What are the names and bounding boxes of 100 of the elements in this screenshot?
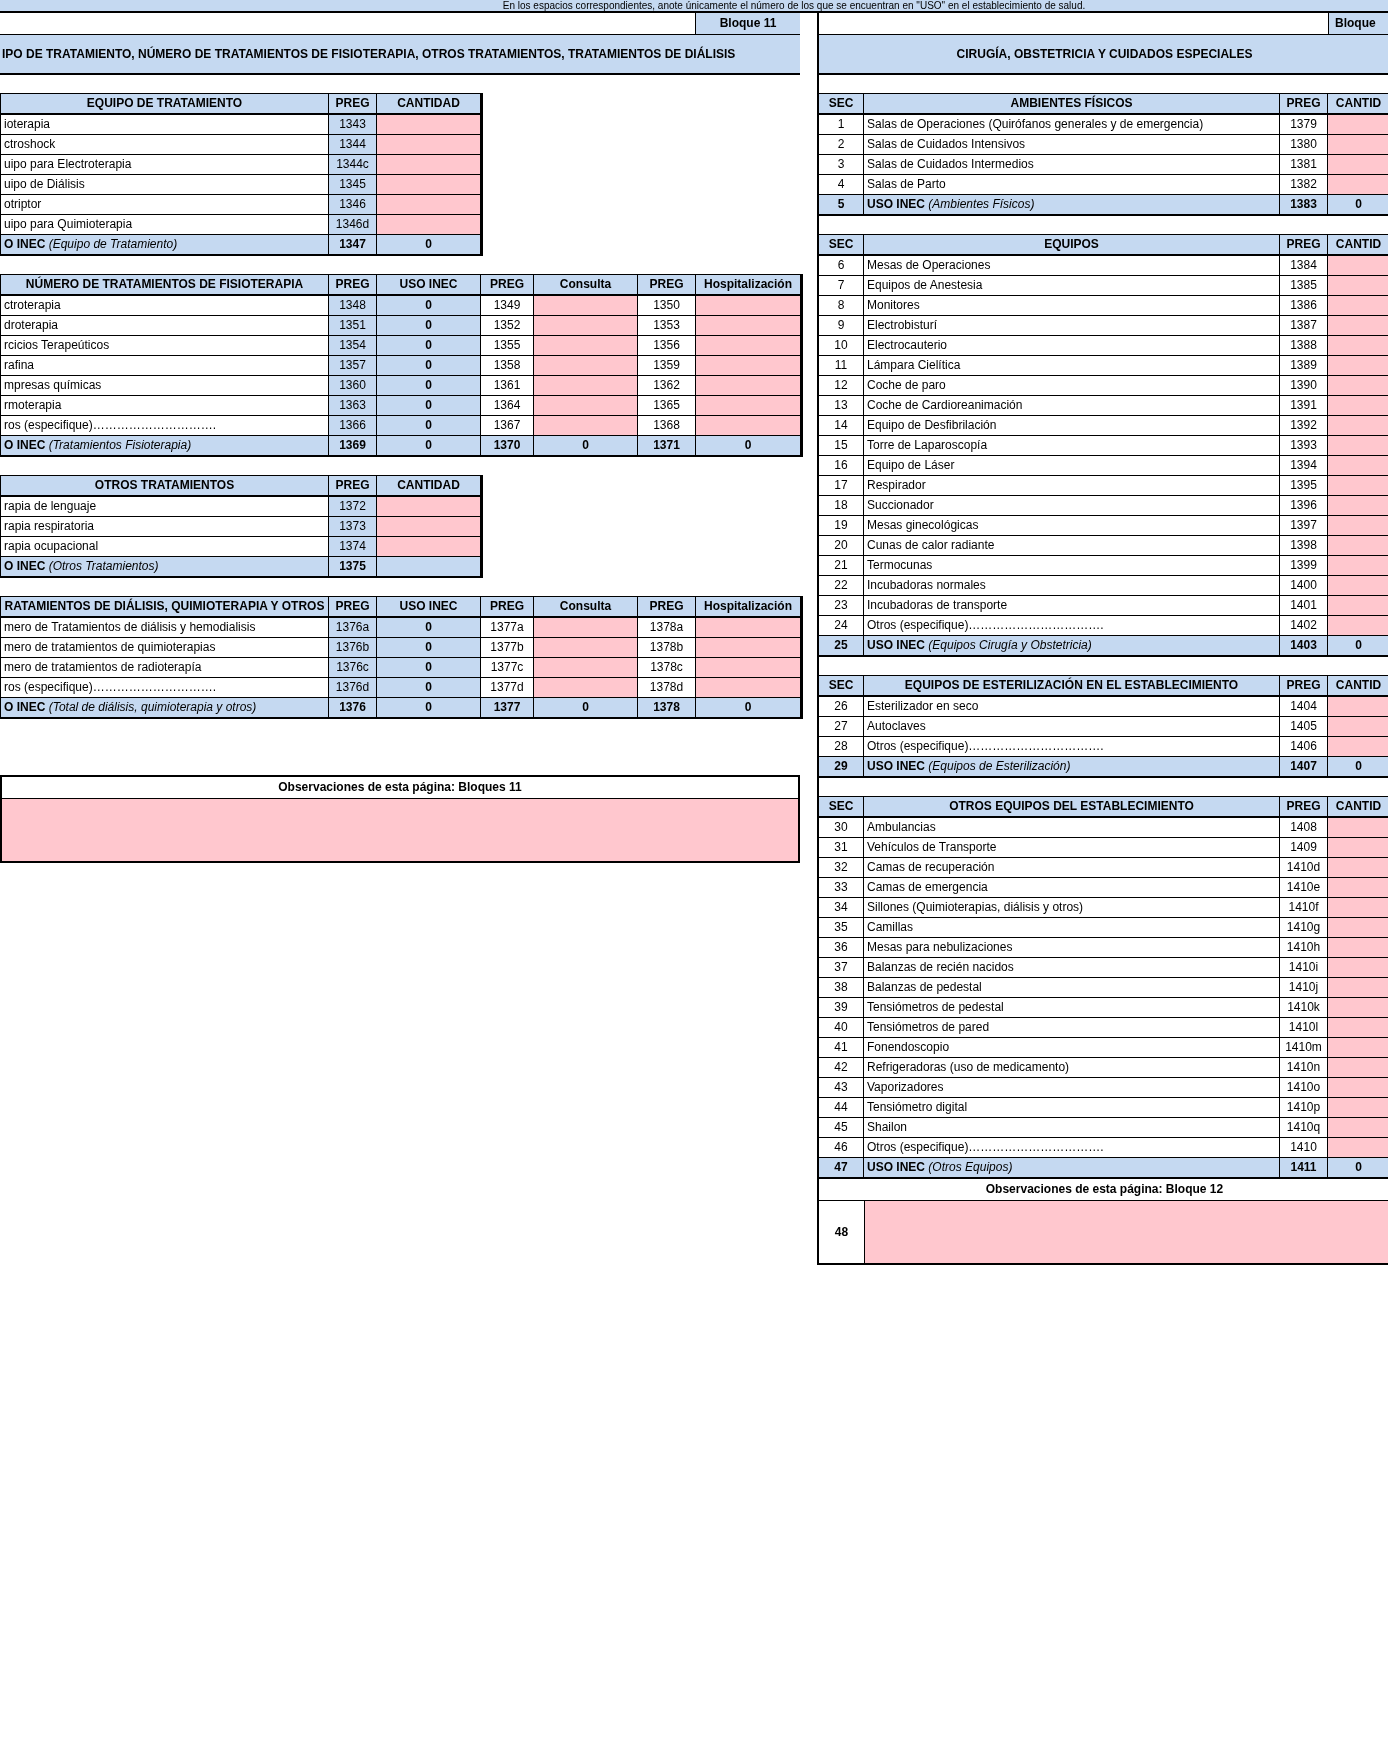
input-field[interactable] xyxy=(696,296,801,316)
input-field[interactable] xyxy=(1328,978,1388,998)
input-field[interactable] xyxy=(1328,1058,1388,1078)
input-field[interactable] xyxy=(696,416,801,436)
input-field[interactable] xyxy=(1328,596,1388,616)
column-header: SEC xyxy=(819,94,864,115)
row-number: 7 xyxy=(819,276,864,296)
input-field[interactable] xyxy=(1328,576,1388,596)
input-field[interactable] xyxy=(377,537,481,557)
row-number: 10 xyxy=(819,336,864,356)
input-field[interactable] xyxy=(1328,416,1388,436)
input-field[interactable] xyxy=(1328,115,1388,135)
input-field[interactable] xyxy=(1328,1098,1388,1118)
row-label: Mesas ginecológicas xyxy=(864,516,1280,536)
input-field[interactable] xyxy=(534,296,638,316)
row-number: 43 xyxy=(819,1078,864,1098)
row-label: Equipo de Láser xyxy=(864,456,1280,476)
input-field[interactable] xyxy=(1328,998,1388,1018)
input-field[interactable] xyxy=(1328,1038,1388,1058)
input-field[interactable] xyxy=(534,658,638,678)
input-field[interactable] xyxy=(377,517,481,537)
input-field[interactable] xyxy=(534,376,638,396)
column-header: AMBIENTES FÍSICOS xyxy=(864,94,1280,115)
input-field[interactable] xyxy=(534,618,638,638)
input-field[interactable] xyxy=(1328,316,1388,336)
input-field[interactable] xyxy=(1328,958,1388,978)
input-field[interactable] xyxy=(1328,818,1388,838)
observations-field[interactable] xyxy=(865,1201,1388,1263)
input-field[interactable] xyxy=(1328,476,1388,496)
column-header: OTROS TRATAMIENTOS xyxy=(1,476,329,497)
input-field[interactable] xyxy=(696,396,801,416)
row-number: 26 xyxy=(819,697,864,717)
input-field[interactable] xyxy=(1328,396,1388,416)
input-field[interactable] xyxy=(1328,336,1388,356)
input-field[interactable] xyxy=(534,356,638,376)
input-field[interactable] xyxy=(1328,356,1388,376)
input-field[interactable] xyxy=(696,658,801,678)
observations-field[interactable] xyxy=(2,799,798,861)
column-header: USO INEC xyxy=(377,597,481,618)
input-field[interactable] xyxy=(534,336,638,356)
input-field[interactable] xyxy=(1328,436,1388,456)
input-field[interactable] xyxy=(1328,276,1388,296)
input-field[interactable] xyxy=(1328,536,1388,556)
input-field[interactable] xyxy=(1328,256,1388,276)
input-field[interactable] xyxy=(534,396,638,416)
input-field[interactable] xyxy=(377,115,481,135)
input-field[interactable] xyxy=(696,638,801,658)
table-cell: 1346d xyxy=(329,215,377,235)
table-cell: 0 xyxy=(377,356,481,376)
input-field[interactable] xyxy=(377,195,481,215)
input-field[interactable] xyxy=(377,135,481,155)
input-field[interactable] xyxy=(377,155,481,175)
input-field[interactable] xyxy=(1328,1118,1388,1138)
input-field[interactable] xyxy=(1328,938,1388,958)
input-field[interactable] xyxy=(1328,135,1388,155)
row-label: uipo para Electroterapia xyxy=(1,155,329,175)
input-field[interactable] xyxy=(1328,516,1388,536)
input-field[interactable] xyxy=(1328,898,1388,918)
input-field[interactable] xyxy=(534,316,638,336)
input-field[interactable] xyxy=(1328,858,1388,878)
input-field[interactable] xyxy=(1328,1078,1388,1098)
column-header: CANTID xyxy=(1328,676,1388,697)
input-field[interactable] xyxy=(534,678,638,698)
input-field[interactable] xyxy=(696,376,801,396)
table-cell: 1346 xyxy=(329,195,377,215)
input-field[interactable] xyxy=(1328,1018,1388,1038)
row-number: 45 xyxy=(819,1118,864,1138)
input-field[interactable] xyxy=(1328,878,1388,898)
input-field[interactable] xyxy=(534,638,638,658)
input-field[interactable] xyxy=(1328,1138,1388,1158)
table-cell: 1373 xyxy=(329,517,377,537)
row-label: Tensiómetros de pedestal xyxy=(864,998,1280,1018)
input-field[interactable] xyxy=(1328,616,1388,636)
input-field[interactable] xyxy=(1328,496,1388,516)
input-field[interactable] xyxy=(696,336,801,356)
column-header: PREG xyxy=(1280,797,1328,818)
input-field[interactable] xyxy=(377,175,481,195)
input-field[interactable] xyxy=(696,356,801,376)
input-field[interactable] xyxy=(1328,556,1388,576)
input-field[interactable] xyxy=(1328,918,1388,938)
input-field[interactable] xyxy=(1328,456,1388,476)
input-field[interactable] xyxy=(377,497,481,517)
input-field[interactable] xyxy=(1328,838,1388,858)
input-field[interactable] xyxy=(1328,175,1388,195)
table-cell: 0 xyxy=(377,316,481,336)
input-field[interactable] xyxy=(696,316,801,336)
input-field[interactable] xyxy=(1328,697,1388,717)
input-field[interactable] xyxy=(696,618,801,638)
table-cell: 1375 xyxy=(329,557,377,577)
row-label: rapia respiratoria xyxy=(1,517,329,537)
input-field[interactable] xyxy=(1328,296,1388,316)
input-field[interactable] xyxy=(377,215,481,235)
input-field[interactable] xyxy=(1328,155,1388,175)
input-field[interactable] xyxy=(1328,717,1388,737)
input-field[interactable] xyxy=(1328,737,1388,757)
row-label: Lámpara Cielítica xyxy=(864,356,1280,376)
input-field[interactable] xyxy=(1328,376,1388,396)
input-field[interactable] xyxy=(696,678,801,698)
table-cell: 1378 xyxy=(638,698,696,718)
input-field[interactable] xyxy=(534,416,638,436)
